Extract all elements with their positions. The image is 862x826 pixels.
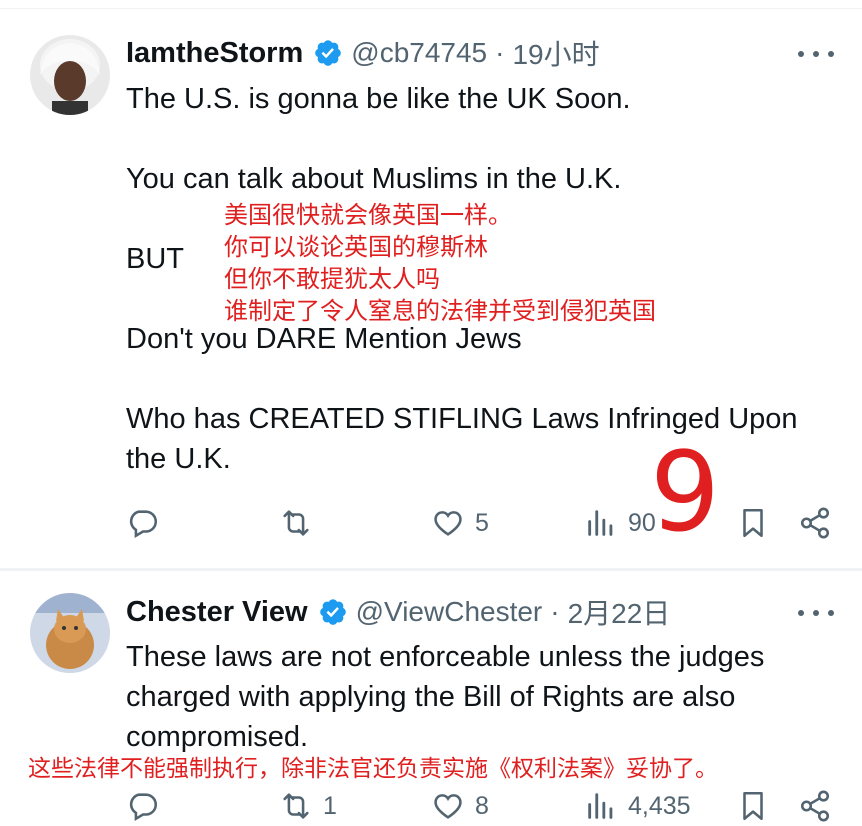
translation-annotation: 美国很快就会像英国一样。 你可以谈论英国的穆斯林 但你不敢提犹太人吗 谁制定了令… xyxy=(224,202,656,325)
like-button[interactable]: 8 xyxy=(431,786,489,826)
bookmark-button[interactable] xyxy=(736,786,770,826)
more-icon[interactable] xyxy=(798,44,834,64)
share-button[interactable] xyxy=(798,503,832,543)
retweet-icon xyxy=(283,793,309,819)
views-icon xyxy=(588,793,613,819)
verified-icon xyxy=(319,599,346,625)
reply-button[interactable] xyxy=(126,503,170,543)
action-bar: 5 90 xyxy=(126,503,836,543)
reply-icon xyxy=(129,510,158,539)
text-line xyxy=(126,119,841,159)
timestamp[interactable]: 2月22日 xyxy=(568,592,671,632)
reply-icon xyxy=(129,793,158,822)
views-button[interactable]: 90 xyxy=(584,503,656,543)
handle[interactable]: @ViewChester xyxy=(356,596,543,628)
retweet-button[interactable]: 1 xyxy=(279,786,337,826)
bookmark-icon xyxy=(743,791,763,821)
retweet-icon xyxy=(283,510,309,536)
reply-button[interactable] xyxy=(126,786,170,826)
handwritten-number: 9 xyxy=(650,428,720,556)
share-icon xyxy=(800,790,830,822)
text-line: These laws are not enforceable unless th… xyxy=(126,641,765,673)
display-name[interactable]: Chester View xyxy=(126,596,308,629)
views-icon xyxy=(588,510,613,536)
text-line: compromised. xyxy=(126,721,309,753)
text-line: Who has CREATED STIFLING Laws Infringed … xyxy=(126,403,798,435)
separator: · xyxy=(495,37,505,68)
text-line: You can talk about Muslims in the U.K. xyxy=(126,163,622,195)
handle[interactable]: @cb74745 xyxy=(351,37,487,69)
views-button[interactable]: 4,435 xyxy=(584,786,691,826)
like-icon xyxy=(434,794,462,819)
text-line: The U.S. is gonna be like the UK Soon. xyxy=(126,83,631,115)
tweet-text: These laws are not enforceable unless th… xyxy=(126,637,841,757)
share-button[interactable] xyxy=(798,786,832,826)
more-icon[interactable] xyxy=(798,603,834,623)
separator: · xyxy=(550,596,560,627)
translation-annotation: 这些法律不能强制执行，除非法官还负责实施《权利法案》妥协了。 xyxy=(28,755,718,781)
bookmark-icon xyxy=(743,508,763,538)
text-line: charged with applying the Bill of Rights… xyxy=(126,681,736,713)
avatar[interactable] xyxy=(30,593,110,673)
like-icon xyxy=(434,511,462,536)
verified-icon xyxy=(315,40,342,66)
display-name[interactable]: IamtheStorm xyxy=(126,37,303,70)
text-line: the U.K. xyxy=(126,443,231,475)
text-line xyxy=(126,359,841,399)
like-button[interactable]: 5 xyxy=(431,503,489,543)
retweet-button[interactable] xyxy=(279,503,323,543)
share-icon xyxy=(800,507,830,539)
action-bar: 1 8 4,435 xyxy=(126,786,836,826)
tweet-header: IamtheStorm @cb74745 · 19小时 xyxy=(126,33,600,73)
tweet-header: Chester View @ViewChester · 2月22日 xyxy=(126,592,670,632)
bookmark-button[interactable] xyxy=(736,503,770,543)
timestamp[interactable]: 19小时 xyxy=(512,33,599,73)
avatar[interactable] xyxy=(30,35,110,115)
